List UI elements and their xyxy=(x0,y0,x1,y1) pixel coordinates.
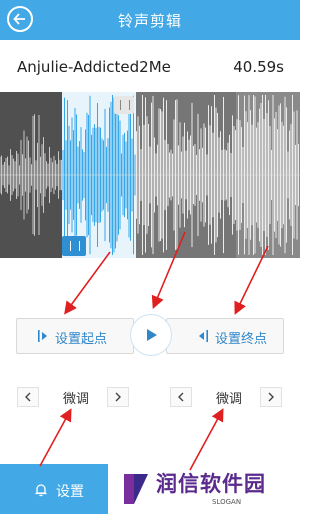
chevron-right-icon xyxy=(115,392,121,402)
set-start-label: 设置起点 xyxy=(55,332,108,347)
fine-tune-end-label: 微调 xyxy=(215,392,242,407)
brand-name: 润信软件园 xyxy=(156,472,266,496)
selection-end-handle[interactable] xyxy=(114,96,134,114)
song-duration: 40.59s xyxy=(233,58,284,76)
brand-logo-icon xyxy=(124,474,148,504)
annotation-arrow xyxy=(189,408,224,471)
set-end-label: 设置终点 xyxy=(215,332,268,347)
play-icon xyxy=(147,329,157,341)
selection-start-handle[interactable] xyxy=(62,236,86,256)
chevron-left-icon xyxy=(25,392,31,402)
set-end-button[interactable]: 设置终点 xyxy=(166,318,284,354)
fine-tune-end-next-button[interactable] xyxy=(260,387,282,407)
page-title: 铃声剪辑 xyxy=(117,12,182,30)
chevron-right-icon xyxy=(268,392,274,402)
annotation-arrow xyxy=(39,408,72,467)
set-start-icon xyxy=(38,330,47,342)
watermark-logo: 润信软件园 SLOGAN xyxy=(108,464,300,514)
chevron-left-icon xyxy=(178,392,184,402)
play-button[interactable] xyxy=(130,314,172,356)
fine-tune-end: 微调 xyxy=(170,387,288,409)
set-start-button[interactable]: 设置起点 xyxy=(16,318,134,354)
set-end-icon xyxy=(199,330,208,342)
fine-tune-end-prev-button[interactable] xyxy=(170,387,192,407)
waveform xyxy=(0,92,300,258)
fine-tune-start-label: 微调 xyxy=(62,392,89,407)
fine-tune-start-prev-button[interactable] xyxy=(17,387,39,407)
waveform-editor[interactable] xyxy=(0,92,300,258)
brand-slogan: SLOGAN xyxy=(212,498,242,506)
settings-label: 设置 xyxy=(56,484,84,500)
fine-tune-start: 微调 xyxy=(17,387,135,409)
song-title: Anjulie-Addicted2Me xyxy=(17,58,171,76)
bell-icon xyxy=(35,484,47,497)
fine-tune-start-next-button[interactable] xyxy=(107,387,129,407)
settings-button[interactable]: 设置 xyxy=(0,464,108,514)
top-bar: 铃声剪辑 xyxy=(0,0,300,40)
annotation-arrow xyxy=(64,251,111,315)
